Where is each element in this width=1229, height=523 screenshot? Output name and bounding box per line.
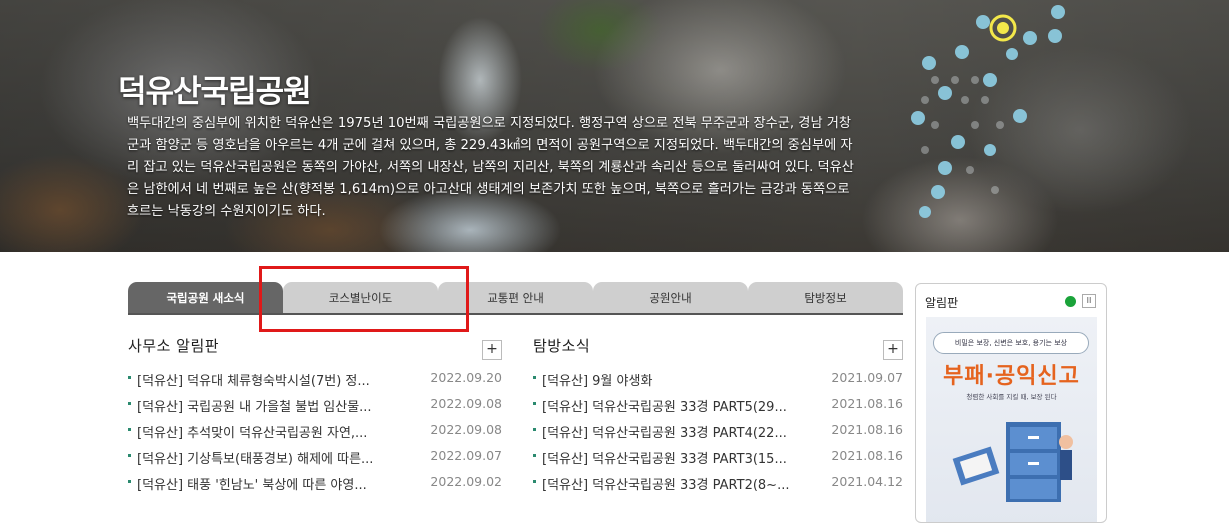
list-item-title[interactable]: [덕유산] 국립공원 내 가을철 불법 임산물... <box>137 396 407 415</box>
list-item-date: 2021.08.16 <box>831 422 903 437</box>
list-item-title[interactable]: [덕유산] 덕유산국립공원 33경 PART4(22... <box>542 422 812 441</box>
list-item: [덕유산] 태풍 '힌남노' 북상에 따른 야영... 2022.09.02 <box>128 474 502 500</box>
list-item-date: 2022.09.02 <box>430 474 502 489</box>
list-item-title[interactable]: [덕유산] 덕유산국립공원 33경 PART3(15... <box>542 448 812 467</box>
list-item: [덕유산] 덕유산국립공원 33경 PART4(22... 2021.08.16 <box>533 422 903 448</box>
notice-panel-title: 알림판 <box>925 296 959 310</box>
list-item-title[interactable]: [덕유산] 덕유대 체류형숙박시설(7번) 정... <box>137 370 407 389</box>
bullet-icon <box>128 402 131 405</box>
visit-news: 탐방소식 + [덕유산] 9월 야생화 2021.09.07 [덕유산] 덕유산국… <box>533 334 903 493</box>
visit-news-more-button[interactable]: + <box>883 340 903 360</box>
list-item-date: 2022.09.08 <box>430 396 502 411</box>
list-item-title[interactable]: [덕유산] 덕유산국립공원 33경 PART2(8~... <box>542 474 812 493</box>
list-item: [덕유산] 덕유대 체류형숙박시설(7번) 정... 2022.09.20 <box>128 370 502 396</box>
corruption-report-banner[interactable]: 비밀은 보장, 신변은 보호, 용기는 보상 부패·공익신고 청렴한 사회를 지… <box>926 317 1097 522</box>
visit-news-title: 탐방소식 <box>533 337 591 355</box>
list-item-title[interactable]: [덕유산] 기상특보(태풍경보) 해제에 따른... <box>137 448 407 467</box>
visit-news-list: [덕유산] 9월 야생화 2021.09.07 [덕유산] 덕유산국립공원 33경… <box>533 370 903 500</box>
office-board: 사무소 알림판 + [덕유산] 덕유대 체류형숙박시설(7번) 정... 2022… <box>128 334 502 493</box>
office-board-title: 사무소 알림판 <box>128 337 220 355</box>
office-board-more-button[interactable]: + <box>482 340 502 360</box>
tab-visit-info[interactable]: 탐방정보 <box>748 282 903 313</box>
office-board-list: [덕유산] 덕유대 체류형숙박시설(7번) 정... 2022.09.20 [덕유… <box>128 370 502 500</box>
highlight-box <box>259 266 469 332</box>
bullet-icon <box>128 480 131 483</box>
notice-panel: 알림판 II 비밀은 보장, 신변은 보호, 용기는 보상 부패·공익신고 청렴… <box>915 283 1107 523</box>
list-item-date: 2022.09.08 <box>430 422 502 437</box>
list-item: [덕유산] 추석맞이 덕유산국립공원 자연,... 2022.09.08 <box>128 422 502 448</box>
bullet-icon <box>533 428 536 431</box>
list-item: [덕유산] 기상특보(태풍경보) 해제에 따른... 2022.09.07 <box>128 448 502 474</box>
pause-button[interactable]: II <box>1082 294 1096 308</box>
list-item-date: 2021.04.12 <box>831 474 903 489</box>
list-item-date: 2021.08.16 <box>831 396 903 411</box>
tab-park-guide[interactable]: 공원안내 <box>593 282 748 313</box>
list-item-title[interactable]: [덕유산] 태풍 '힌남노' 북상에 따른 야영... <box>137 474 407 493</box>
bullet-icon <box>533 480 536 483</box>
bullet-icon <box>533 402 536 405</box>
bullet-icon <box>128 428 131 431</box>
banner-subtext: 청렴한 사회를 지킬 때, 보장 된다 <box>966 393 1057 401</box>
list-item-date: 2022.09.07 <box>430 448 502 463</box>
list-item-title[interactable]: [덕유산] 덕유산국립공원 33경 PART5(29... <box>542 396 812 415</box>
list-item-title[interactable]: [덕유산] 추석맞이 덕유산국립공원 자연,... <box>137 422 407 441</box>
bullet-icon <box>533 454 536 457</box>
play-icon[interactable] <box>1065 296 1076 307</box>
info-tabs: 국립공원 새소식 코스별난이도 교통편 안내 공원안내 탐방정보 <box>128 282 903 315</box>
park-description: 백두대간의 중심부에 위치한 덕유산은 1975년 10번째 국립공원으로 지정… <box>127 116 854 219</box>
list-item-title[interactable]: [덕유산] 9월 야생화 <box>542 370 812 389</box>
hero-banner: 덕유산국립공원 백두대간의 중심부에 위치한 덕유산은 1975년 10번째 국… <box>0 0 1229 252</box>
list-item: [덕유산] 국립공원 내 가을철 불법 임산물... 2022.09.08 <box>128 396 502 422</box>
banner-headline: 부패·공익신고 <box>943 364 1080 389</box>
list-item: [덕유산] 9월 야생화 2021.09.07 <box>533 370 903 396</box>
bullet-icon <box>128 376 131 379</box>
list-item-date: 2021.09.07 <box>831 370 903 385</box>
filing-cabinet-illustration <box>952 422 1073 502</box>
banner-slogan: 비밀은 보장, 신변은 보호, 용기는 보상 <box>933 332 1089 354</box>
bullet-icon <box>533 376 536 379</box>
list-item: [덕유산] 덕유산국립공원 33경 PART2(8~... 2021.04.12 <box>533 474 903 500</box>
list-item-date: 2021.08.16 <box>831 448 903 463</box>
list-item: [덕유산] 덕유산국립공원 33경 PART5(29... 2021.08.16 <box>533 396 903 422</box>
list-item-date: 2022.09.20 <box>430 370 502 385</box>
page-title: 덕유산국립공원 <box>118 74 312 110</box>
list-item: [덕유산] 덕유산국립공원 33경 PART3(15... 2021.08.16 <box>533 448 903 474</box>
bullet-icon <box>128 454 131 457</box>
